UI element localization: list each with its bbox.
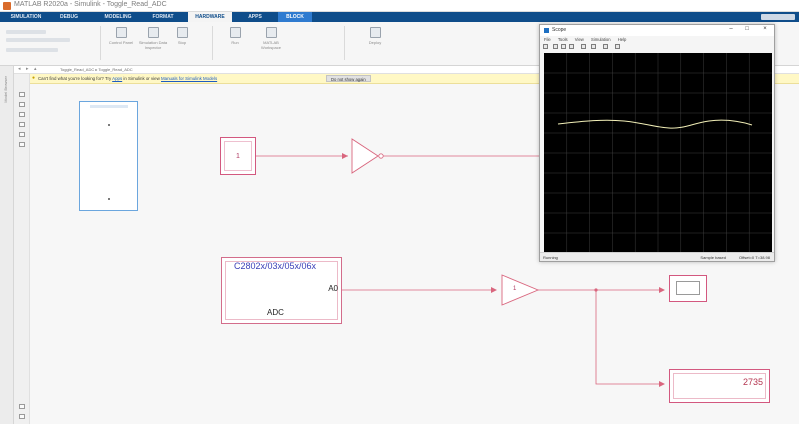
constant-value: 1 — [224, 141, 252, 171]
zoom-icon[interactable] — [581, 44, 586, 49]
scope-window-icon — [544, 28, 549, 33]
scope-window[interactable]: Scope – □ × File Tools View Simulation H… — [539, 24, 775, 262]
scope-menubar: File Tools View Simulation Help — [544, 37, 632, 42]
constant-block[interactable]: 1 — [220, 137, 256, 175]
settings-icon[interactable] — [543, 44, 548, 49]
maximize-icon[interactable]: □ — [742, 26, 752, 32]
scope-status-state: Running — [543, 255, 558, 260]
scope-plot[interactable] — [544, 53, 772, 253]
run-icon-scope[interactable] — [553, 44, 558, 49]
gain-block-top[interactable] — [351, 138, 379, 174]
menu-file[interactable]: File — [544, 37, 551, 42]
arrow-head-4 — [659, 381, 665, 387]
scope-titlebar: Scope – □ × — [540, 25, 774, 36]
scope-status-time: Offset=0 T=38.98 — [739, 255, 770, 260]
close-icon[interactable]: × — [760, 26, 770, 32]
gain-block-bottom[interactable] — [501, 274, 540, 306]
menu-view[interactable]: View — [575, 37, 584, 42]
scope-block[interactable] — [669, 275, 707, 302]
switch-tick-top — [108, 124, 110, 126]
switch-tick-bottom — [108, 198, 110, 200]
signal-trace — [557, 119, 753, 129]
adc-processor-label: C2802x/03x/05x/06x — [234, 261, 317, 271]
cursor-icon[interactable] — [603, 44, 608, 49]
step-icon[interactable] — [561, 44, 566, 49]
arrow-head-2 — [491, 287, 497, 293]
menu-tools[interactable]: Tools — [558, 37, 568, 42]
scope-status-mode: Sample based — [700, 255, 726, 260]
scope-statusbar: Running Sample based Offset=0 T=38.98 — [540, 252, 774, 261]
gain-value-label: 1 — [513, 286, 517, 292]
scope-title: Scope — [552, 27, 567, 33]
adc-port-label: A0 — [328, 284, 338, 293]
adc-name-label: ADC — [267, 308, 284, 317]
minimize-icon[interactable]: – — [726, 26, 736, 32]
display-value: 2735 — [742, 377, 763, 387]
arrow-head-3 — [659, 287, 665, 293]
plot-grid — [544, 53, 772, 253]
menu-simulation[interactable]: Simulation — [591, 37, 611, 42]
toggle-switch-block[interactable] — [79, 101, 138, 211]
scope-toolbar — [543, 43, 773, 51]
toggle-switch-caption — [90, 105, 128, 108]
arrow-head — [342, 153, 348, 159]
scope-block-icon — [676, 281, 700, 295]
adc-block[interactable]: C2802x/03x/05x/06x A0 ADC — [221, 257, 342, 324]
display-block[interactable]: 2735 — [669, 369, 770, 403]
signal-line-branch[interactable] — [595, 290, 664, 385]
menu-help[interactable]: Help — [618, 37, 627, 42]
edit-icon[interactable] — [615, 44, 620, 49]
autoscale-icon[interactable] — [591, 44, 596, 49]
unconnected-port — [378, 153, 384, 159]
stop-icon-scope[interactable] — [569, 44, 574, 49]
